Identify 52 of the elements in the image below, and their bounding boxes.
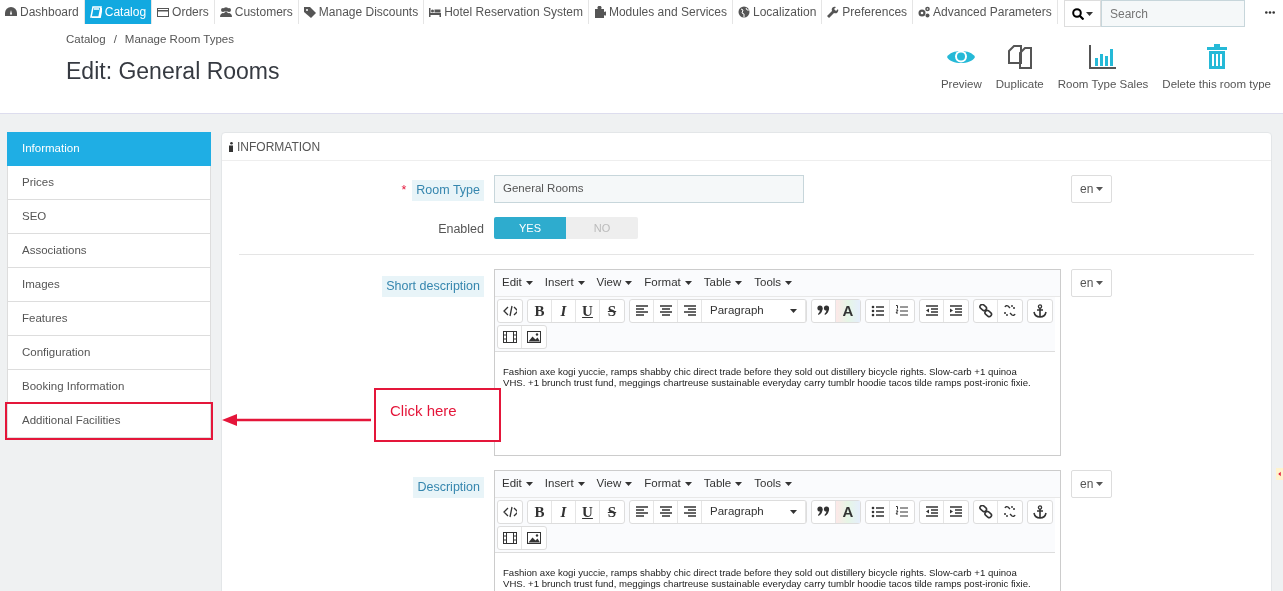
toolbar-button[interactable]: Delete this room type <box>1162 44 1271 94</box>
breadcrumb-link[interactable]: Catalog <box>66 31 106 49</box>
sidebar-tab[interactable]: SEO <box>7 200 211 234</box>
toolbar-button[interactable]: A <box>836 501 860 523</box>
toolbar-button[interactable]: S <box>600 300 624 322</box>
editor-text: Fashion axe kogi yuccie, ramps shabby chic direct trade before they sold out distillery bicycle rights. Slow-carb +1 quinoa VHS. +1 brunch trust fund, meggings chartreuse sustainable everyday carry tumblr hoodie tacos tilde ramps post-ironic fixie. <box>502 566 1032 591</box>
sidebar-tab[interactable]: Images <box>7 268 211 302</box>
sidebar-tab[interactable]: Associations <box>7 234 211 268</box>
menu-button[interactable]: Edit <box>502 475 533 493</box>
sidebar-tab[interactable]: Additional Facilities <box>7 404 211 438</box>
menu-button[interactable]: Table <box>703 475 743 493</box>
breadcrumb-link[interactable]: Manage Room Types <box>124 31 234 49</box>
menu-button[interactable]: Edit <box>502 274 533 292</box>
page-title: Edit: General Rooms <box>66 57 280 87</box>
editor-text: Fashion axe kogi yuccie, ramps shabby chic direct trade before they sold out distillery bicycle rights. Slow-carb +1 quinoa VHS. +1 brunch trust fund, meggings chartreuse sustainable everyday carry tumblr hoodie tacos tilde ramps post-ironic fixie. <box>502 365 1032 390</box>
breadcrumb-separator: / <box>113 32 117 47</box>
sidebar-tab[interactable]: Configuration <box>7 336 211 370</box>
language-dropdown[interactable]: en <box>1071 470 1113 498</box>
menu-button[interactable]: View <box>596 274 633 292</box>
menu-button[interactable]: Format <box>644 274 692 292</box>
language-dropdown[interactable]: en <box>1071 269 1113 297</box>
toolbar-button[interactable]: U <box>576 300 600 322</box>
menu-button[interactable]: Table <box>703 274 743 292</box>
toolbar-button[interactable]: Duplicate <box>995 44 1044 94</box>
toolbar-button[interactable]: B <box>528 300 552 322</box>
menu-button[interactable]: Tools <box>754 475 793 493</box>
sidebar-tab[interactable]: Features <box>7 302 211 336</box>
menu-button[interactable]: Tools <box>754 274 793 292</box>
toolbar-button[interactable]: S <box>600 501 624 523</box>
field-label: Short description <box>382 276 484 297</box>
menu-button[interactable]: Format <box>644 475 692 493</box>
toolbar-button[interactable]: Room Type Sales <box>1057 44 1149 94</box>
toolbar-button[interactable]: B <box>528 501 552 523</box>
sidebar-tab[interactable]: Prices <box>7 166 211 200</box>
language-dropdown[interactable]: en <box>1071 175 1113 203</box>
toolbar-button[interactable]: U <box>576 501 600 523</box>
text-field[interactable]: General Rooms <box>494 175 804 203</box>
toolbar-button[interactable]: Preview <box>940 44 982 94</box>
field-label: Enabled <box>438 221 484 238</box>
panel-title: INFORMATION <box>237 138 321 156</box>
toolbar-button[interactable]: I <box>552 300 576 322</box>
callout-box: Click here <box>374 388 501 442</box>
sidebar-tab[interactable]: Booking Information <box>7 370 211 404</box>
toolbar-button[interactable]: I <box>552 501 576 523</box>
required-mark: * <box>401 182 407 199</box>
field-label: Room Type <box>412 180 484 201</box>
menu-button[interactable]: Insert <box>544 475 585 493</box>
menu-button[interactable]: Insert <box>544 274 585 292</box>
menu-button[interactable]: View <box>596 475 633 493</box>
field-label: Description <box>413 477 484 498</box>
toolbar-button[interactable]: A <box>836 300 860 322</box>
search-field[interactable]: Search <box>1101 0 1245 27</box>
